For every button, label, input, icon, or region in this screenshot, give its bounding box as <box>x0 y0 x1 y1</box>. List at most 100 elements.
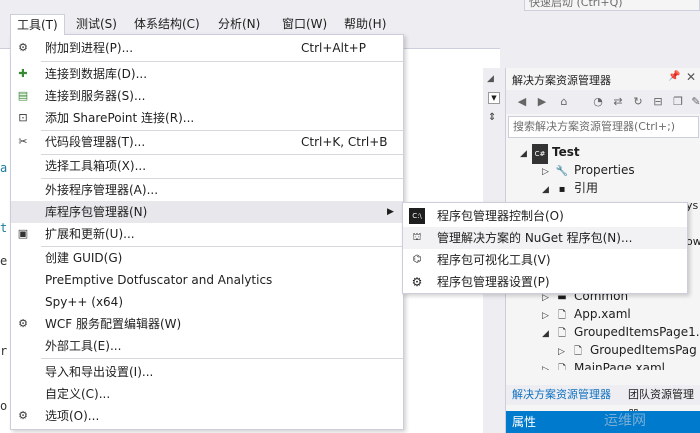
menu-item-label: 添加 SharePoint 连接(R)... <box>45 111 195 125</box>
menu-item-shortcut: Ctrl+Alt+P <box>301 41 366 55</box>
menu-item-label: 导入和导出设置(I)... <box>45 365 154 379</box>
menu-item-library-package-manager[interactable]: 库程序包管理器(N) ▶ <box>11 201 403 223</box>
menu-item-snippet-manager[interactable]: ✂ 代码段管理器(T)... Ctrl+K, Ctrl+B <box>11 131 403 153</box>
console-icon: C:\ <box>409 208 425 224</box>
forward-icon[interactable]: ▶ <box>534 94 550 110</box>
menu-item-label: 自定义(C)... <box>45 387 111 401</box>
menu-item-options[interactable]: ⚙ 选项(O)... <box>11 405 403 427</box>
expand-icon: ▷ <box>542 365 549 370</box>
nuget-submenu: C:\ 程序包管理器控制台(O) ⛫ 管理解决方案的 NuGet 程序包(N).… <box>402 202 688 294</box>
tree-item-app[interactable]: ▷ 🗋 App.xaml <box>542 304 631 324</box>
menu-item-connect-database[interactable]: ✚ 连接到数据库(D)... <box>11 63 403 85</box>
menu-item-label: 创建 GUID(G) <box>45 251 123 265</box>
menu-item-customize[interactable]: 自定义(C)... <box>11 383 403 405</box>
menu-item-label: Spy++ (x64) <box>45 295 123 309</box>
tab-solution-explorer[interactable]: 解决方案资源管理器 <box>512 385 611 405</box>
menu-item-label: 选项(O)... <box>45 409 100 423</box>
menu-item-label: 连接到服务器(S)... <box>45 89 146 103</box>
menu-item-label: 连接到数据库(D)... <box>45 67 148 81</box>
tools-dropdown-menu: ⚙ 附加到进程(P)... Ctrl+Alt+P ✚ 连接到数据库(D)... … <box>10 34 404 430</box>
close-icon[interactable]: ✕ <box>686 70 696 84</box>
submenu-item-settings[interactable]: ⚙ 程序包管理器设置(P) <box>403 271 687 293</box>
submenu-item-console[interactable]: C:\ 程序包管理器控制台(O) <box>403 205 687 227</box>
visualizer-icon: ⌬ <box>412 254 422 265</box>
references-icon: ▪ <box>558 184 566 195</box>
home-icon[interactable]: ⌂ <box>556 94 572 110</box>
files-icon[interactable]: ❐ <box>670 94 686 110</box>
editor-text: o <box>0 399 8 413</box>
editor-text: t <box>0 221 8 235</box>
menu-help[interactable]: 帮助(H) <box>338 14 392 34</box>
tree-item-main-page[interactable]: ▷ 🗋 MainPage.xaml <box>542 358 665 370</box>
collapse-icon[interactable]: ⊟ <box>650 94 666 110</box>
attach-process-icon: ⚙ <box>18 41 28 54</box>
submenu-arrow-icon: ▶ <box>387 207 394 217</box>
tree-item-label: Properties <box>574 163 635 177</box>
menu-item-external-tools[interactable]: 外部工具(E)... <box>11 335 403 357</box>
pin-icon[interactable]: 📌 <box>668 71 680 82</box>
menu-item-label: 库程序包管理器(N) <box>45 205 148 219</box>
tree-item-label: GroupedItemsPag <box>590 343 697 357</box>
extensions-icon: ▣ <box>17 227 29 240</box>
menu-analyze[interactable]: 分析(N) <box>212 14 266 34</box>
xaml-file-icon: 🗋 <box>557 364 567 370</box>
menu-item-label: 代码段管理器(T)... <box>45 135 146 149</box>
connect-server-icon: ▤ <box>17 89 29 102</box>
solution-search-input[interactable]: 搜索解决方案资源管理器(Ctrl+;) <box>508 116 699 138</box>
menu-item-label: PreEmptive Dotfuscator and Analytics <box>45 273 273 287</box>
submenu-item-manage-nuget[interactable]: ⛫ 管理解决方案的 NuGet 程序包(N)... <box>403 227 687 249</box>
tree-item-grouped-page-cs[interactable]: ▷ 🗋 GroupedItemsPag <box>558 340 697 360</box>
menu-item-connect-server[interactable]: ▤ 连接到服务器(S)... <box>11 85 403 107</box>
wcf-gear-icon: ⚙ <box>18 317 28 330</box>
menu-architecture[interactable]: 体系结构(C) <box>128 14 206 34</box>
menu-item-wcf-editor[interactable]: ⚙ WCF 服务配置编辑器(W) <box>11 313 403 335</box>
history-icon[interactable]: ◔ <box>590 94 606 110</box>
tree-item-label: Test <box>552 145 580 159</box>
menu-item-label: 选择工具箱项(X)... <box>45 159 147 173</box>
panel-tabs: 解决方案资源管理器 团队资源管理器 <box>506 385 700 421</box>
gear-icon: ⚙ <box>18 409 28 422</box>
menu-item-create-guid[interactable]: 创建 GUID(G) <box>11 247 403 269</box>
tree-item-label: App.xaml <box>574 307 631 321</box>
tree-item-fragment: ow <box>686 232 700 252</box>
menu-item-addin-manager[interactable]: 外接程序管理器(A)... <box>11 179 403 201</box>
menu-item-sharepoint[interactable]: ⊡ 添加 SharePoint 连接(R)... <box>11 107 403 129</box>
quick-launch-input[interactable]: 快速启动 (Ctrl+Q) <box>524 0 700 11</box>
expand-icon: ◢ <box>542 329 549 339</box>
properties-panel-header[interactable]: 属性 <box>506 411 700 433</box>
properties-icon[interactable]: ✎ <box>688 94 700 110</box>
panel-title: 解决方案资源管理器 <box>512 74 611 87</box>
tree-item-references[interactable]: ◢ ▪ 引用 <box>542 178 598 198</box>
refresh-icon[interactable]: ↻ <box>630 94 646 110</box>
tree-item-label: MainPage.xaml <box>574 361 665 370</box>
split-icon[interactable]: ⇕ <box>488 112 496 123</box>
chevron-down-icon[interactable]: ▼ <box>488 92 500 104</box>
menu-item-toolbox-items[interactable]: 选择工具箱项(X)... <box>11 155 403 177</box>
triangle-icon: ◢ <box>487 74 494 84</box>
menu-item-label: 扩展和更新(U)... <box>45 227 135 241</box>
submenu-item-visualizer[interactable]: ⌬ 程序包可视化工具(V) <box>403 249 687 271</box>
menu-window[interactable]: 窗口(W) <box>276 14 333 34</box>
snippet-icon: ✂ <box>18 135 28 148</box>
menu-item-shortcut: Ctrl+K, Ctrl+B <box>301 135 388 149</box>
sync-icon[interactable]: ⇄ <box>610 94 626 110</box>
menu-test[interactable]: 测试(S) <box>70 14 123 34</box>
menu-item-label: 附加到进程(P)... <box>45 41 134 55</box>
tree-item-properties[interactable]: ▷ 🔧 Properties <box>542 160 635 180</box>
menu-item-extensions-updates[interactable]: ▣ 扩展和更新(U)... <box>11 223 403 245</box>
menu-item-spy[interactable]: Spy++ (x64) <box>11 291 403 313</box>
menu-item-dotfuscator[interactable]: PreEmptive Dotfuscator and Analytics <box>11 269 403 291</box>
menu-tools[interactable]: 工具(T) <box>10 14 65 35</box>
tree-item-label: GroupedItemsPage1. <box>574 325 700 339</box>
menu-item-label: 程序包管理器控制台(O) <box>437 209 564 223</box>
tree-item-grouped-page[interactable]: ◢ 🗋 GroupedItemsPage1. <box>542 322 700 342</box>
menu-separator <box>41 61 403 62</box>
tree-item-project[interactable]: ◢ C# Test <box>520 142 580 164</box>
menu-item-label: 管理解决方案的 NuGet 程序包(N)... <box>437 231 633 245</box>
menu-item-import-export[interactable]: 导入和导出设置(I)... <box>11 361 403 383</box>
sharepoint-icon: ⊡ <box>18 111 28 124</box>
menu-item-label: 外部工具(E)... <box>45 339 122 353</box>
solution-toolbar: ◀ ▶ ⌂ ◔ ⇄ ↻ ⊟ ❐ ✎ <box>506 90 700 114</box>
back-icon[interactable]: ◀ <box>514 94 530 110</box>
menu-item-attach-process[interactable]: ⚙ 附加到进程(P)... Ctrl+Alt+P <box>11 37 403 59</box>
